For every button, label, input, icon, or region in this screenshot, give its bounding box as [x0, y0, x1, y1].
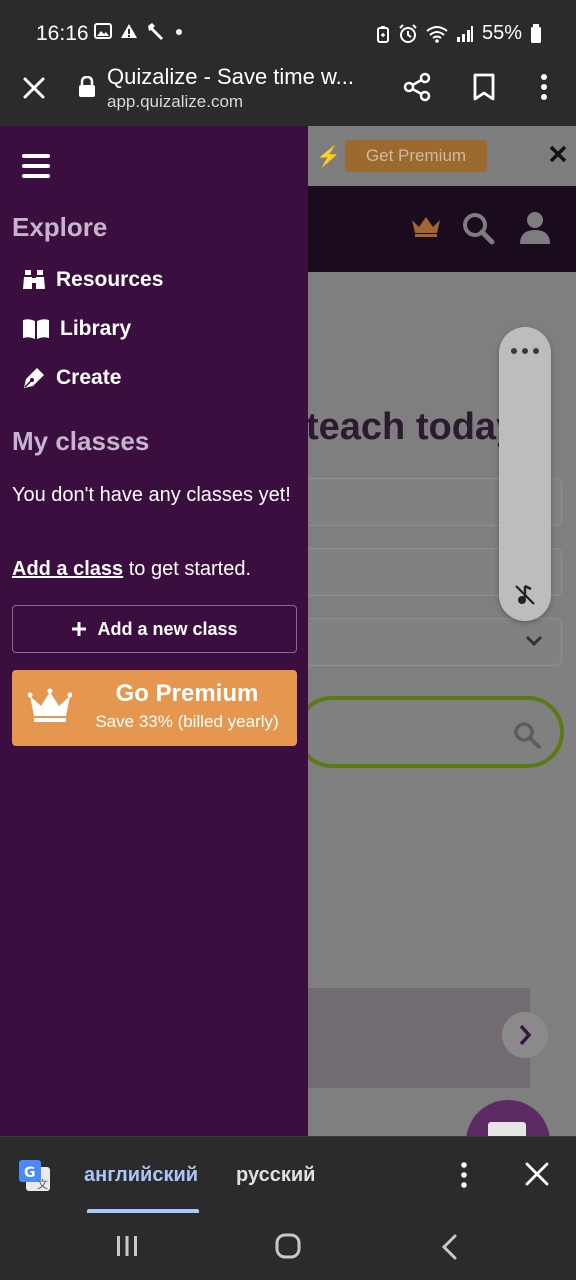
- binoculars-icon: [23, 270, 45, 289]
- battery-saver-icon: [376, 25, 389, 43]
- chat-icon: [488, 1122, 526, 1136]
- page-url[interactable]: app.quizalize.com: [107, 92, 243, 112]
- search-icon[interactable]: [460, 210, 496, 246]
- close-icon[interactable]: [524, 1161, 550, 1187]
- status-notification-icons: [94, 22, 184, 40]
- warning-icon: [121, 24, 137, 38]
- battery-icon: [531, 23, 541, 43]
- book-icon: [23, 319, 49, 339]
- add-class-hint: Add a class to get started.: [12, 558, 251, 581]
- more-options-icon[interactable]: [452, 1161, 476, 1189]
- crown-icon[interactable]: [410, 214, 442, 238]
- nav-label: Library: [60, 317, 132, 340]
- add-class-link[interactable]: Add a class: [12, 558, 123, 580]
- wifi-icon: [426, 25, 448, 43]
- share-icon[interactable]: [402, 72, 432, 102]
- svg-text:G: G: [24, 1165, 36, 1181]
- nav-item-create[interactable]: Create: [22, 361, 121, 395]
- nav-item-resources[interactable]: Resources: [22, 263, 163, 297]
- chevron-right-icon: [519, 1024, 532, 1046]
- signal-icon: [456, 25, 473, 42]
- alarm-icon: [399, 23, 417, 43]
- more-dots-icon[interactable]: [511, 345, 539, 357]
- go-premium-button[interactable]: Go Premium Save 33% (billed yearly): [12, 670, 297, 746]
- carousel-next-button[interactable]: [502, 1012, 548, 1058]
- nav-label: Resources: [56, 268, 164, 291]
- wrench-icon: [148, 23, 163, 40]
- chevron-down-icon: [525, 635, 543, 647]
- featured-card[interactable]: [300, 988, 530, 1088]
- plus-icon: [72, 622, 87, 636]
- lock-icon: [79, 76, 95, 97]
- home-icon[interactable]: [274, 1232, 302, 1260]
- status-time: 16:16: [36, 22, 89, 45]
- recents-icon[interactable]: [114, 1234, 140, 1258]
- floating-scroll-widget[interactable]: [499, 327, 551, 621]
- my-classes-heading: My classes: [12, 426, 150, 456]
- active-tab-indicator: [87, 1209, 199, 1213]
- pen-icon: [24, 368, 44, 388]
- search-icon[interactable]: [512, 720, 542, 750]
- more-options-icon[interactable]: [530, 72, 558, 102]
- source-language-tab[interactable]: английский: [84, 1164, 198, 1187]
- status-bar: 16:16 55%: [0, 0, 576, 60]
- premium-title: Go Premium: [115, 680, 259, 707]
- crown-icon: [28, 688, 72, 722]
- premium-subtitle: Save 33% (billed yearly): [95, 712, 279, 731]
- battery-percent: 55%: [481, 22, 522, 44]
- add-new-class-label: Add a new class: [97, 618, 238, 639]
- get-premium-button[interactable]: Get Premium: [345, 140, 487, 172]
- user-icon[interactable]: [518, 210, 552, 246]
- translate-bar: G文 английский русский: [0, 1136, 576, 1214]
- close-tab-icon[interactable]: [20, 74, 48, 102]
- google-translate-icon[interactable]: G文: [18, 1159, 52, 1193]
- nav-item-library[interactable]: Library: [22, 312, 131, 346]
- lightning-icon: ⚡: [316, 146, 341, 168]
- hero-heading: teach today: [306, 406, 518, 448]
- svg-text:文: 文: [37, 1177, 48, 1191]
- dot-icon: [176, 29, 182, 35]
- nav-label: Create: [56, 366, 122, 389]
- explore-heading: Explore: [12, 212, 108, 242]
- filter-dropdown[interactable]: [300, 618, 562, 666]
- system-nav-bar: [0, 1214, 576, 1280]
- add-new-class-button[interactable]: Add a new class: [12, 605, 297, 653]
- music-off-icon[interactable]: [513, 583, 537, 607]
- bookmark-icon[interactable]: [470, 72, 498, 102]
- browser-toolbar: Quizalize - Save time w... app.quizalize…: [0, 56, 576, 126]
- back-icon[interactable]: [440, 1234, 460, 1260]
- close-banner-icon[interactable]: [546, 142, 570, 166]
- page-title[interactable]: Quizalize - Save time w...: [107, 64, 377, 90]
- chat-fab-button[interactable]: [466, 1100, 550, 1136]
- target-language-tab[interactable]: русский: [236, 1164, 315, 1187]
- status-system-icons: 55%: [376, 22, 542, 45]
- menu-icon[interactable]: [22, 154, 50, 178]
- empty-classes-text: You don't have any classes yet!: [12, 484, 291, 506]
- side-drawer: Explore Resources Library Create My clas…: [0, 126, 308, 1136]
- image-icon: [94, 23, 112, 39]
- add-class-suffix: to get started.: [123, 558, 252, 580]
